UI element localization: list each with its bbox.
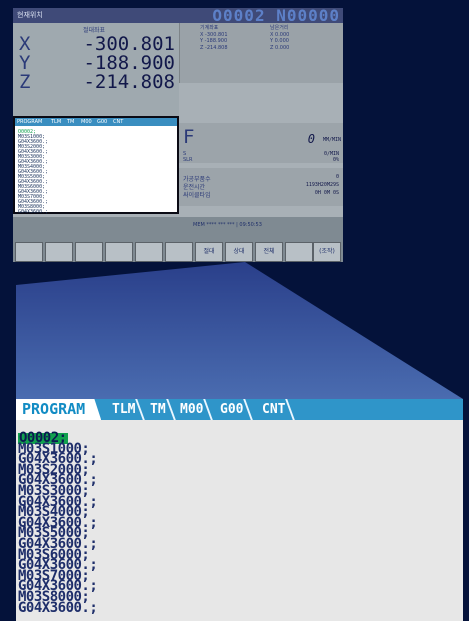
program-preview-window: PROGRAM TLM TM M00 G00 CNT O0002; M03S100… <box>13 116 179 215</box>
spindle-value: 0% <box>332 157 339 163</box>
zoom-tab-label: TM <box>150 402 166 417</box>
status-line: MEM **** *** *** | 09:50:53 <box>193 222 262 228</box>
zoom-tab-cnt[interactable]: CNT <box>254 399 296 420</box>
axis-label: Z <box>19 71 31 93</box>
feed-label: F <box>183 126 195 148</box>
softkey-operation[interactable]: (조작) <box>313 242 341 262</box>
machine-coords: 기계좌표 X -300.801 Y -188.900 Z -214.808 <box>200 25 228 51</box>
cnc-screen: 현재위치 O0002 N00000 절대좌표 X -300.801 Y -188… <box>13 8 343 262</box>
time-value: 0H 0M 0S <box>314 190 339 196</box>
softkey-blank[interactable] <box>75 242 103 262</box>
absolute-position-panel: 절대좌표 X -300.801 Y -188.900 Z -214.808 <box>13 23 179 123</box>
zoom-tab-tlm[interactable]: TLM <box>104 399 146 420</box>
softkey-blank[interactable] <box>15 242 43 262</box>
spindle-label: SLR <box>183 157 193 163</box>
time-value: 0 <box>335 174 339 180</box>
softkey-blank[interactable] <box>165 242 193 262</box>
zoom-tab-strip: PROGRAM TLM TM M00 G00 CNT <box>16 399 463 420</box>
axis-label: Z <box>200 44 204 51</box>
program-preview-line: G04X3600.; <box>18 209 49 215</box>
tab-tlm[interactable]: TLM <box>51 119 61 125</box>
zoom-tab-tm[interactable]: TM <box>142 399 176 420</box>
softkey-absolute[interactable]: 절대 <box>195 242 223 262</box>
axis-label: X <box>200 31 204 38</box>
softkey-blank[interactable] <box>135 242 163 262</box>
tab-program[interactable]: PROGRAM <box>17 119 42 125</box>
screen-title: 현재위치 <box>17 11 43 19</box>
softkey-all[interactable]: 전체 <box>255 242 283 262</box>
time-label: 싸이클타임 <box>183 192 211 199</box>
softkey-area: MEM **** *** *** | 09:50:53 절대 상대 전체 (조작… <box>13 217 343 262</box>
axis-value: 0.000 <box>275 44 290 51</box>
zoom-tab-label: M00 <box>180 402 204 417</box>
axis-value: -188.900 <box>204 38 228 44</box>
tab-g00[interactable]: G00 <box>97 119 107 125</box>
program-tab-strip: PROGRAM TLM TM M00 G00 CNT <box>15 118 177 126</box>
zoom-tab-label: CNT <box>262 402 286 417</box>
tab-tm[interactable]: TM <box>67 119 74 125</box>
softkey-relative[interactable]: 상대 <box>225 242 253 262</box>
program-zoom-panel: PROGRAM TLM TM M00 G00 CNT O0002; M03S100… <box>16 399 463 621</box>
feed-panel: F 0 MM/MIN S 0/MIN SLR 0% <box>179 123 343 163</box>
axis-label: Y <box>200 38 204 44</box>
zoom-tab-label: TLM <box>112 402 136 417</box>
time-value: 1193H20M29S <box>305 182 339 188</box>
machine-position-panel: 기계좌표 X -300.801 Y -188.900 Z -214.808 남은… <box>179 23 343 83</box>
axis-value: 0.000 <box>274 38 289 44</box>
axis-label: Y <box>270 38 274 44</box>
softkey-blank[interactable] <box>45 242 73 262</box>
softkey-blank[interactable] <box>105 242 133 262</box>
axis-value: -214.808 <box>205 44 228 51</box>
time-panel: 가공부품수 0 운전시간 1193H20M29S 싸이클타임 0H 0M 0S <box>179 168 343 206</box>
axis-value: 0.000 <box>275 31 290 38</box>
feed-unit: MM/MIN <box>322 137 341 143</box>
zoom-tab-program[interactable]: PROGRAM <box>16 399 102 420</box>
zoom-tab-label: G00 <box>220 402 244 417</box>
softkey-blank[interactable] <box>285 242 313 262</box>
axis-value: -214.808 <box>83 71 175 93</box>
axis-value: -300.801 <box>205 31 228 38</box>
axis-label: X <box>270 31 274 38</box>
feed-value: 0 <box>307 132 315 146</box>
zoom-tab-g00[interactable]: G00 <box>212 399 254 420</box>
remaining-distance: 남은거리 X 0.000 Y 0.000 Z 0.000 <box>270 25 289 51</box>
screen-header: 현재위치 O0002 N00000 <box>13 8 343 25</box>
program-line: G04X3600.; <box>18 599 98 616</box>
tab-m00[interactable]: M00 <box>81 119 92 125</box>
axis-label: Z <box>270 44 274 51</box>
tab-cnt[interactable]: CNT <box>113 119 123 125</box>
zoom-tab-m00[interactable]: M00 <box>172 399 214 420</box>
